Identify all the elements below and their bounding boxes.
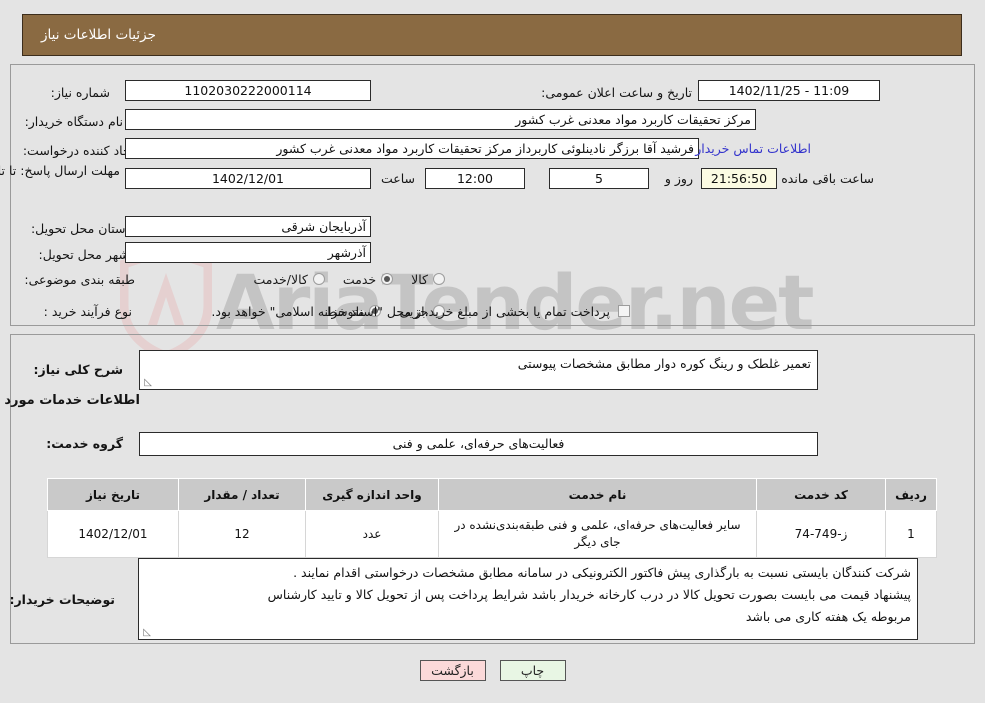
deadline-hour-field[interactable]: 12:00 (425, 168, 525, 189)
creator-label: ایجاد کننده درخواست: (22, 142, 138, 158)
announce-datetime-field[interactable]: 11:09 - 1402/11/25 (698, 80, 880, 101)
creator-label-row: ایجاد کننده درخواست: (23, 139, 138, 161)
cell-row: 1 (885, 510, 937, 558)
buyer-org-field[interactable]: مرکز تحقیقات کاربرد مواد معدنی غرب کشور (125, 109, 756, 130)
category-option-kala-khedmat[interactable]: کالا/خدمت (253, 271, 325, 287)
city-label-row: شهر محل تحویل: (39, 243, 129, 265)
th-row: ردیف (885, 478, 937, 511)
remaining-time-field: 21:56:50 (701, 168, 777, 189)
need-number-field[interactable]: 1102030222000114 (125, 80, 371, 101)
back-button[interactable]: بازگشت (419, 660, 486, 681)
deadline-date-field[interactable]: 1402/12/01 (125, 168, 371, 189)
radio-kala-khedmat-icon[interactable] (312, 273, 325, 285)
province-field[interactable]: آذربایجان شرقی (125, 216, 371, 237)
category-option-kala-khedmat-label: کالا/خدمت (253, 271, 308, 287)
table-header-row: ردیف کد خدمت نام خدمت واحد اندازه گیری ت… (47, 478, 937, 511)
services-table: ردیف کد خدمت نام خدمت واحد اندازه گیری ت… (47, 478, 937, 558)
cell-name: سایر فعالیت‌های حرفه‌ای، علمی و فنی طبقه… (438, 510, 757, 558)
services-section-heading: اطلاعات خدمات مورد نیاز (0, 393, 140, 408)
category-option-kala[interactable]: کالا (411, 272, 445, 287)
service-group-field[interactable]: فعالیت‌های حرفه‌ای، علمی و فنی (139, 432, 818, 456)
city-label: شهر محل تحویل: (38, 246, 129, 262)
deadline-label-row: مهلت ارسال پاسخ: تا تاریخ: (0, 162, 120, 180)
print-button[interactable]: چاپ (499, 660, 566, 681)
description-textarea[interactable]: تعمیر غلطک و رینگ کوره دوار مطابق مشخصات… (139, 350, 818, 390)
category-option-khedmat[interactable]: خدمت (342, 271, 394, 287)
treasury-checkbox-icon[interactable] (618, 305, 630, 317)
deadline-hour-label: ساعت (380, 171, 415, 186)
remaining-days-field[interactable]: 5 (549, 168, 649, 189)
category-options: کالا خدمت کالا/خدمت (235, 268, 445, 290)
treasury-checkbox-wrap[interactable] (618, 305, 630, 317)
category-option-khedmat-label: خدمت (342, 271, 377, 287)
resize-grip-icon[interactable]: ◺ (141, 628, 151, 638)
buyer-notes-label: توضیحات خریدار: (9, 592, 115, 607)
province-label-row: استان محل تحویل: (31, 217, 129, 239)
buyer-org-label-row: نام دستگاه خریدار: (25, 110, 123, 132)
th-date: تاریخ نیاز (47, 478, 179, 511)
category-label-row: طبقه بندی موضوعی: (24, 268, 135, 290)
need-number-label: شماره نیاز: (50, 84, 110, 100)
buyer-notes-line-2: پیشنهاد قیمت می بایست بصورت تحویل کالا د… (267, 587, 911, 602)
buyer-org-label: نام دستگاه خریدار: (24, 113, 123, 129)
buyer-notes-line-1: شرکت کنندگان بایستی نسبت به بارگذاری پیش… (293, 565, 911, 580)
th-code: کد خدمت (756, 478, 886, 511)
radio-khedmat-icon[interactable] (381, 273, 394, 285)
city-field[interactable]: آذرشهر (125, 242, 371, 263)
process-label: نوع فرآیند خرید : (43, 303, 132, 319)
th-unit: واحد اندازه گیری (305, 478, 439, 511)
action-buttons: بازگشت چاپ (0, 660, 985, 681)
cell-unit: عدد (305, 510, 439, 558)
page-title: جزئیات اطلاعات نیاز (41, 27, 156, 43)
th-quantity: تعداد / مقدار (178, 478, 306, 511)
need-number-label-row: شماره نیاز: (51, 81, 110, 103)
page-header: جزئیات اطلاعات نیاز (22, 14, 962, 56)
description-text: تعمیر غلطک و رینگ کوره دوار مطابق مشخصات… (517, 356, 811, 371)
table-row: 1 ز-749-74 سایر فعالیت‌های حرفه‌ای، علمی… (47, 510, 937, 558)
cell-quantity: 12 (178, 510, 306, 558)
buyer-notes-textarea[interactable]: شرکت کنندگان بایستی نسبت به بارگذاری پیش… (138, 558, 918, 640)
need-details-page: AriaTender.net جزئیات اطلاعات نیاز شماره… (0, 0, 985, 703)
deadline-label: مهلت ارسال پاسخ: تا تاریخ: (0, 163, 120, 178)
treasury-note-text: پرداخت تمام یا بخشی از مبلغ خرید،از محل … (211, 303, 610, 319)
remaining-days-label: روز و (664, 171, 693, 186)
resize-grip-icon[interactable]: ◺ (142, 378, 152, 388)
category-label: طبقه بندی موضوعی: (24, 271, 135, 287)
treasury-note-row: پرداخت تمام یا بخشی از مبلغ خرید،از محل … (211, 300, 630, 322)
creator-field[interactable]: فرشید آقا برزگر نادینلوئی کاربرداز مرکز … (125, 138, 699, 159)
province-label: استان محل تحویل: (30, 220, 129, 236)
buyer-contact-link[interactable]: اطلاعات تماس خریدار (695, 141, 811, 156)
th-name: نام خدمت (438, 478, 757, 511)
announce-datetime-label-row: تاریخ و ساعت اعلان عمومی: (541, 81, 692, 103)
cell-date: 1402/12/01 (47, 510, 179, 558)
process-label-row: نوع فرآیند خرید : (44, 300, 132, 322)
summary-panel (10, 64, 975, 326)
buyer-notes-line-3: مربوطه یک هفته کاری می باشد (745, 609, 911, 624)
service-group-label: گروه خدمت: (46, 436, 123, 451)
radio-kala-icon[interactable] (433, 273, 445, 285)
cell-code: ز-749-74 (756, 510, 886, 558)
remaining-time-suffix: ساعت باقی مانده (781, 171, 874, 186)
announce-datetime-label: تاریخ و ساعت اعلان عمومی: (541, 84, 692, 100)
description-label: شرح کلی نیاز: (33, 362, 123, 377)
category-option-kala-label: کالا (411, 271, 428, 287)
